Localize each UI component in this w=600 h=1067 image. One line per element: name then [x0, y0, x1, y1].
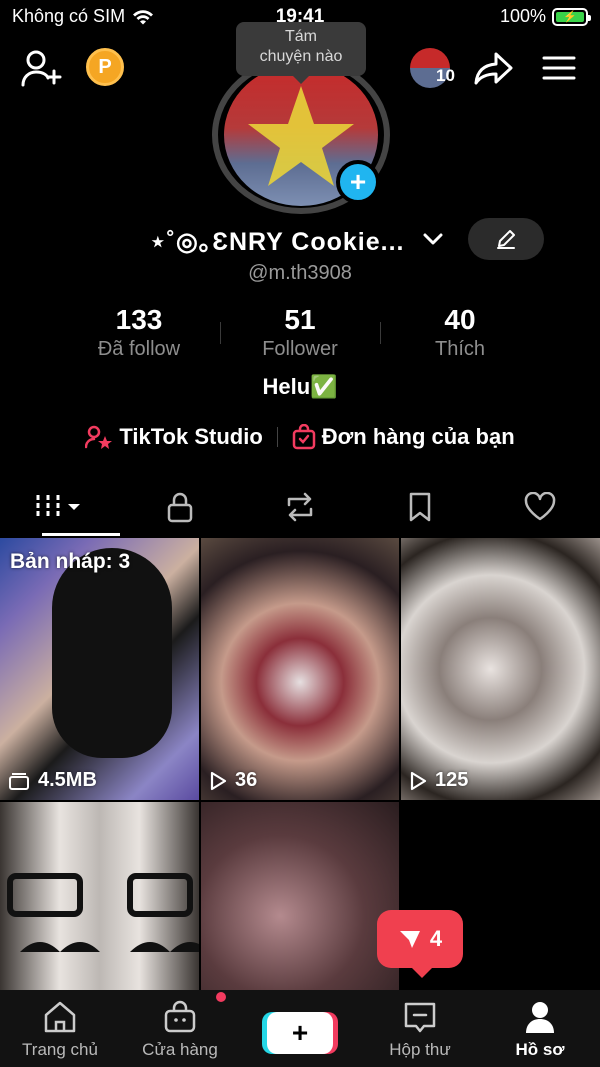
- battery-percent: 100%: [499, 6, 546, 26]
- shop-bag-icon: [164, 1000, 196, 1033]
- menu-button[interactable]: [538, 48, 580, 88]
- grid-icon: [36, 495, 80, 519]
- play-icon: [210, 771, 227, 790]
- add-friend-button[interactable]: [20, 48, 64, 88]
- video-tile[interactable]: [0, 802, 199, 992]
- drafts-icon: [9, 772, 29, 790]
- share-button[interactable]: [472, 48, 516, 88]
- video-meta: 125: [409, 769, 468, 792]
- battery-icon: ⚡: [552, 7, 591, 26]
- video-tile[interactable]: [201, 802, 399, 992]
- chevron-down-icon: [423, 233, 443, 245]
- nav-shop[interactable]: Cửa hàng: [120, 990, 240, 1067]
- pencil-icon: [497, 230, 515, 249]
- edit-profile-button[interactable]: [468, 218, 544, 260]
- tiktok-studio-link[interactable]: TikTok Studio: [85, 424, 263, 450]
- nav-create[interactable]: +: [240, 990, 360, 1067]
- hamburger-icon: [542, 56, 576, 80]
- account-switch-button[interactable]: [420, 226, 446, 252]
- lock-icon: [167, 492, 193, 523]
- create-button[interactable]: +: [267, 1012, 333, 1054]
- bookmark-icon: [409, 492, 431, 522]
- video-meta: 4.5MB: [8, 769, 97, 792]
- video-tile[interactable]: 36: [201, 538, 399, 800]
- coin-icon[interactable]: P: [86, 48, 124, 86]
- video-thumbnail: [7, 873, 199, 952]
- content-tabs: [0, 480, 600, 534]
- profile-icon: [526, 1002, 554, 1033]
- stat-followers[interactable]: 51 Follower: [220, 304, 380, 361]
- bio: Helu✅: [262, 374, 338, 399]
- notification-dot: [216, 992, 226, 1002]
- repost-icon: [287, 492, 313, 522]
- orders-link[interactable]: Đơn hàng của bạn: [292, 424, 515, 450]
- video-meta: 36: [209, 769, 257, 792]
- tab-videos[interactable]: [0, 480, 120, 534]
- stat-following[interactable]: 133 Đã follow: [59, 304, 219, 361]
- video-tile[interactable]: 125: [401, 538, 600, 800]
- profile-links: TikTok Studio Đơn hàng của bạn: [0, 424, 600, 450]
- tab-liked[interactable]: [480, 480, 600, 534]
- video-thumbnail: [52, 548, 172, 758]
- bottom-nav: Trang chủ Cửa hàng + Hộp thư Hồ sơ: [0, 990, 600, 1067]
- stat-likes[interactable]: 40 Thích: [380, 304, 540, 361]
- inbox-icon: [404, 1002, 436, 1033]
- nav-inbox[interactable]: Hộp thư: [360, 990, 480, 1067]
- chat-tooltip[interactable]: Tám chuyện nào: [236, 22, 366, 84]
- username: @m.th3908: [248, 262, 352, 284]
- creator-star-icon: [85, 425, 113, 449]
- home-icon: [44, 1001, 76, 1033]
- status-battery: 100% ⚡: [499, 6, 591, 27]
- tab-indicator: [42, 533, 120, 536]
- inbox-notification-bubble[interactable]: 4: [377, 910, 463, 978]
- share-icon: [474, 52, 513, 85]
- add-avatar-button[interactable]: +: [336, 160, 380, 204]
- video-tile-draft[interactable]: Bản nháp: 3 4.5MB: [0, 538, 199, 800]
- heart-icon: [524, 492, 556, 521]
- add-user-icon: [21, 50, 62, 87]
- tab-saved[interactable]: [360, 480, 480, 534]
- nav-profile[interactable]: Hồ sơ: [480, 990, 600, 1067]
- tab-reposts[interactable]: [240, 480, 360, 534]
- shopping-bag-icon: [292, 424, 316, 450]
- tab-private[interactable]: [120, 480, 240, 534]
- links-divider: [276, 427, 278, 447]
- friends-count: 10: [436, 66, 455, 85]
- draft-label: Bản nháp: 3: [10, 550, 131, 573]
- nav-home[interactable]: Trang chủ: [0, 990, 120, 1067]
- play-icon: [410, 771, 427, 790]
- send-icon: [399, 931, 420, 948]
- display-name[interactable]: ⋆˚◎｡ƐNRY Cookie...: [150, 222, 405, 258]
